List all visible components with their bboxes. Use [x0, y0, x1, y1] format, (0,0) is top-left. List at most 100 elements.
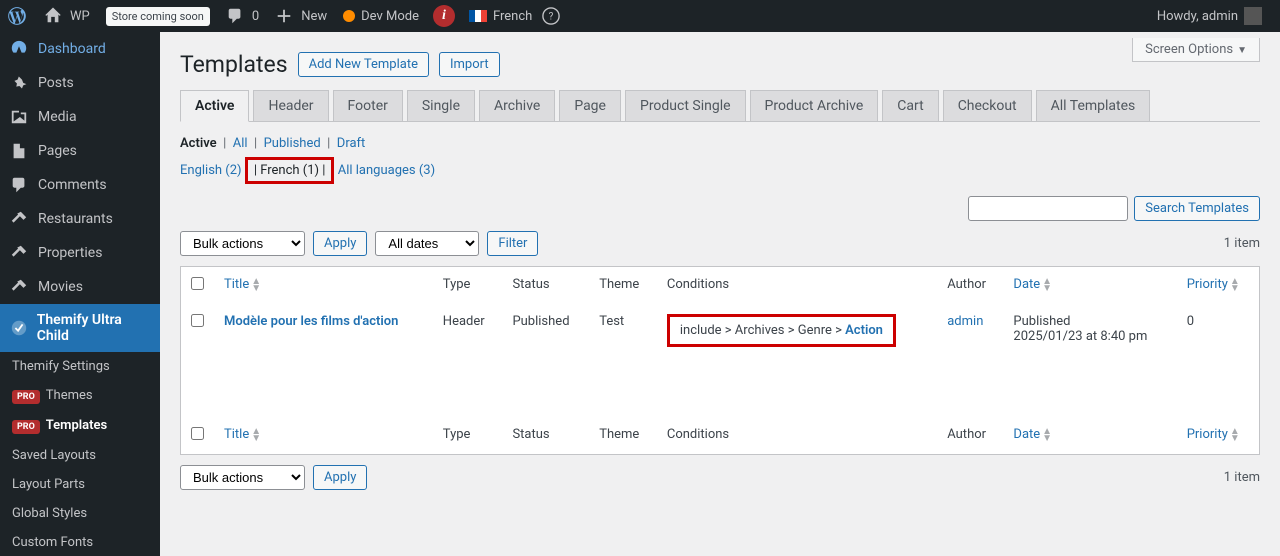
col-priority-foot[interactable]: Priority▲▼: [1177, 417, 1259, 454]
sort-icon: ▲▼: [1042, 428, 1052, 442]
row-type: Header: [433, 304, 503, 357]
col-priority[interactable]: Priority▲▼: [1177, 267, 1259, 304]
col-conditions: Conditions: [657, 267, 937, 304]
tablenav-bottom: Bulk actions Apply 1 item: [180, 465, 1260, 490]
howdy: Howdy, admin: [1157, 9, 1238, 24]
col-author: Author: [937, 267, 1003, 304]
search-input[interactable]: [968, 196, 1128, 221]
row-author-link[interactable]: admin: [947, 314, 983, 329]
row-priority: 0: [1177, 304, 1259, 357]
comment-icon: [226, 7, 246, 25]
info-item[interactable]: i: [427, 0, 461, 32]
bulk-apply-bottom[interactable]: Apply: [313, 465, 367, 490]
add-new-button[interactable]: Add New Template: [298, 52, 429, 77]
row-checkbox[interactable]: [191, 314, 204, 327]
menu-properties[interactable]: Properties: [0, 236, 160, 270]
menu-posts[interactable]: Posts: [0, 66, 160, 100]
tab-page[interactable]: Page: [559, 90, 621, 121]
tab-active[interactable]: Active: [180, 90, 249, 122]
filter-button[interactable]: Filter: [487, 231, 538, 256]
submenu-templates[interactable]: PROTemplates: [0, 411, 160, 441]
tab-all-templates[interactable]: All Templates: [1036, 90, 1151, 121]
select-all-bottom[interactable]: [191, 427, 204, 440]
bulk-apply-top[interactable]: Apply: [313, 231, 367, 256]
status-filter: Active | All | Published | Draft: [180, 136, 1260, 151]
col-conditions-foot: Conditions: [657, 417, 937, 454]
orange-dot-icon: [343, 10, 355, 22]
import-button[interactable]: Import: [439, 52, 500, 77]
tab-checkout[interactable]: Checkout: [943, 90, 1032, 121]
col-author-foot: Author: [937, 417, 1003, 454]
flag-fr-icon: [469, 10, 487, 22]
status-published[interactable]: Published: [264, 136, 321, 151]
menu-media[interactable]: Media: [0, 100, 160, 134]
lang-french[interactable]: French (1): [260, 163, 319, 178]
col-date[interactable]: Date▲▼: [1003, 267, 1176, 304]
submenu-settings[interactable]: Themify Settings: [0, 352, 160, 381]
status-active[interactable]: Active: [180, 136, 217, 151]
dev-mode-label: Dev Mode: [361, 9, 419, 24]
submenu-global-styles[interactable]: Global Styles: [0, 499, 160, 528]
status-draft[interactable]: Draft: [337, 136, 366, 151]
select-all-top[interactable]: [191, 277, 204, 290]
tab-product-single[interactable]: Product Single: [625, 90, 746, 121]
menu-movies[interactable]: Movies: [0, 270, 160, 304]
lang-english[interactable]: English (2): [180, 163, 242, 178]
col-title-foot[interactable]: Title▲▼: [214, 417, 433, 454]
language-switch[interactable]: French?: [461, 0, 570, 32]
new-label: New: [301, 9, 327, 24]
wp-logo[interactable]: [0, 0, 36, 32]
menu-pages[interactable]: Pages: [0, 134, 160, 168]
main-content: Screen Options▼ Templates Add New Templa…: [160, 32, 1280, 540]
date-filter-select[interactable]: All dates: [375, 231, 479, 256]
search-box: Search Templates: [180, 196, 1260, 221]
comments-link[interactable]: 0: [218, 0, 267, 32]
row-title-link[interactable]: Modèle pour les films d'action: [224, 314, 398, 329]
col-theme-foot: Theme: [589, 417, 657, 454]
col-status: Status: [502, 267, 589, 304]
new-content[interactable]: New: [267, 0, 335, 32]
page-icon: [10, 142, 30, 160]
tab-archive[interactable]: Archive: [479, 90, 555, 121]
sort-icon: ▲▼: [251, 278, 261, 292]
bulk-action-select-bottom[interactable]: Bulk actions: [180, 465, 305, 490]
row-conditions-highlighted: include > Archives > Genre > Action: [667, 314, 896, 347]
screen-options-toggle[interactable]: Screen Options▼: [1132, 38, 1260, 62]
condition-link[interactable]: Action: [845, 323, 883, 338]
pin-icon: [10, 244, 30, 262]
sort-icon: ▲▼: [1230, 278, 1240, 292]
menu-comments[interactable]: Comments: [0, 168, 160, 202]
col-status-foot: Status: [502, 417, 589, 454]
menu-dashboard[interactable]: Dashboard: [0, 32, 160, 66]
pin-icon: [10, 74, 30, 92]
tab-single[interactable]: Single: [407, 90, 475, 121]
submenu-saved-layouts[interactable]: Saved Layouts: [0, 441, 160, 470]
menu-restaurants[interactable]: Restaurants: [0, 202, 160, 236]
templates-table: Title▲▼ Type Status Theme Conditions Aut…: [180, 266, 1260, 455]
site-home[interactable]: WP: [36, 0, 98, 32]
pro-badge: PRO: [12, 390, 40, 404]
sort-icon: ▲▼: [1230, 428, 1240, 442]
tab-product-archive[interactable]: Product Archive: [750, 90, 879, 121]
submenu-themes[interactable]: PROThemes: [0, 381, 160, 411]
account-link[interactable]: Howdy, admin: [1149, 0, 1270, 32]
submenu-custom-fonts[interactable]: Custom Fonts: [0, 528, 160, 556]
dashboard-icon: [10, 40, 30, 58]
submenu-layout-parts[interactable]: Layout Parts: [0, 470, 160, 499]
tab-cart[interactable]: Cart: [882, 90, 938, 121]
col-date-foot[interactable]: Date▲▼: [1003, 417, 1176, 454]
table-row: Modèle pour les films d'action Header Pu…: [181, 304, 1259, 357]
row-date: Published2025/01/23 at 8:40 pm: [1003, 304, 1176, 357]
template-tabs: Active Header Footer Single Archive Page…: [180, 90, 1260, 122]
menu-themify[interactable]: Themify Ultra Child: [0, 304, 160, 352]
tab-footer[interactable]: Footer: [333, 90, 403, 121]
store-notice[interactable]: Store coming soon: [98, 0, 218, 32]
lang-all[interactable]: All languages (3): [338, 163, 435, 178]
search-button[interactable]: Search Templates: [1134, 196, 1260, 221]
dev-mode[interactable]: Dev Mode: [335, 0, 427, 32]
tab-header[interactable]: Header: [253, 90, 328, 121]
status-all[interactable]: All: [233, 136, 248, 151]
col-title[interactable]: Title▲▼: [214, 267, 433, 304]
item-count-bottom: 1 item: [1224, 470, 1260, 485]
bulk-action-select-top[interactable]: Bulk actions: [180, 231, 305, 256]
